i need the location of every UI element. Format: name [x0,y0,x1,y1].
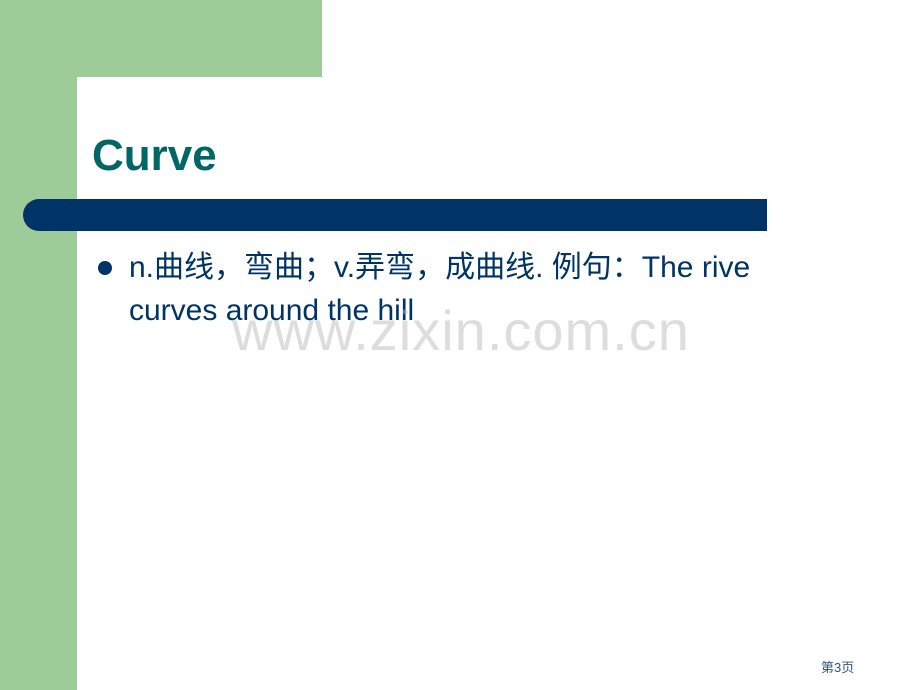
title-divider-bar [23,199,767,231]
bullet-list: n.曲线，弯曲；v.弄弯，成曲线. 例句：The rive curves aro… [98,246,818,332]
slide-title: Curve [92,131,217,180]
green-top-decoration [0,0,322,77]
bullet-dot-icon [98,261,112,275]
bullet-item: n.曲线，弯曲；v.弄弯，成曲线. 例句：The rive curves aro… [98,246,818,332]
green-sidebar-decoration [0,0,77,690]
bullet-text: n.曲线，弯曲；v.弄弯，成曲线. 例句：The rive curves aro… [129,251,751,327]
page-number: 第3页 [821,660,855,675]
